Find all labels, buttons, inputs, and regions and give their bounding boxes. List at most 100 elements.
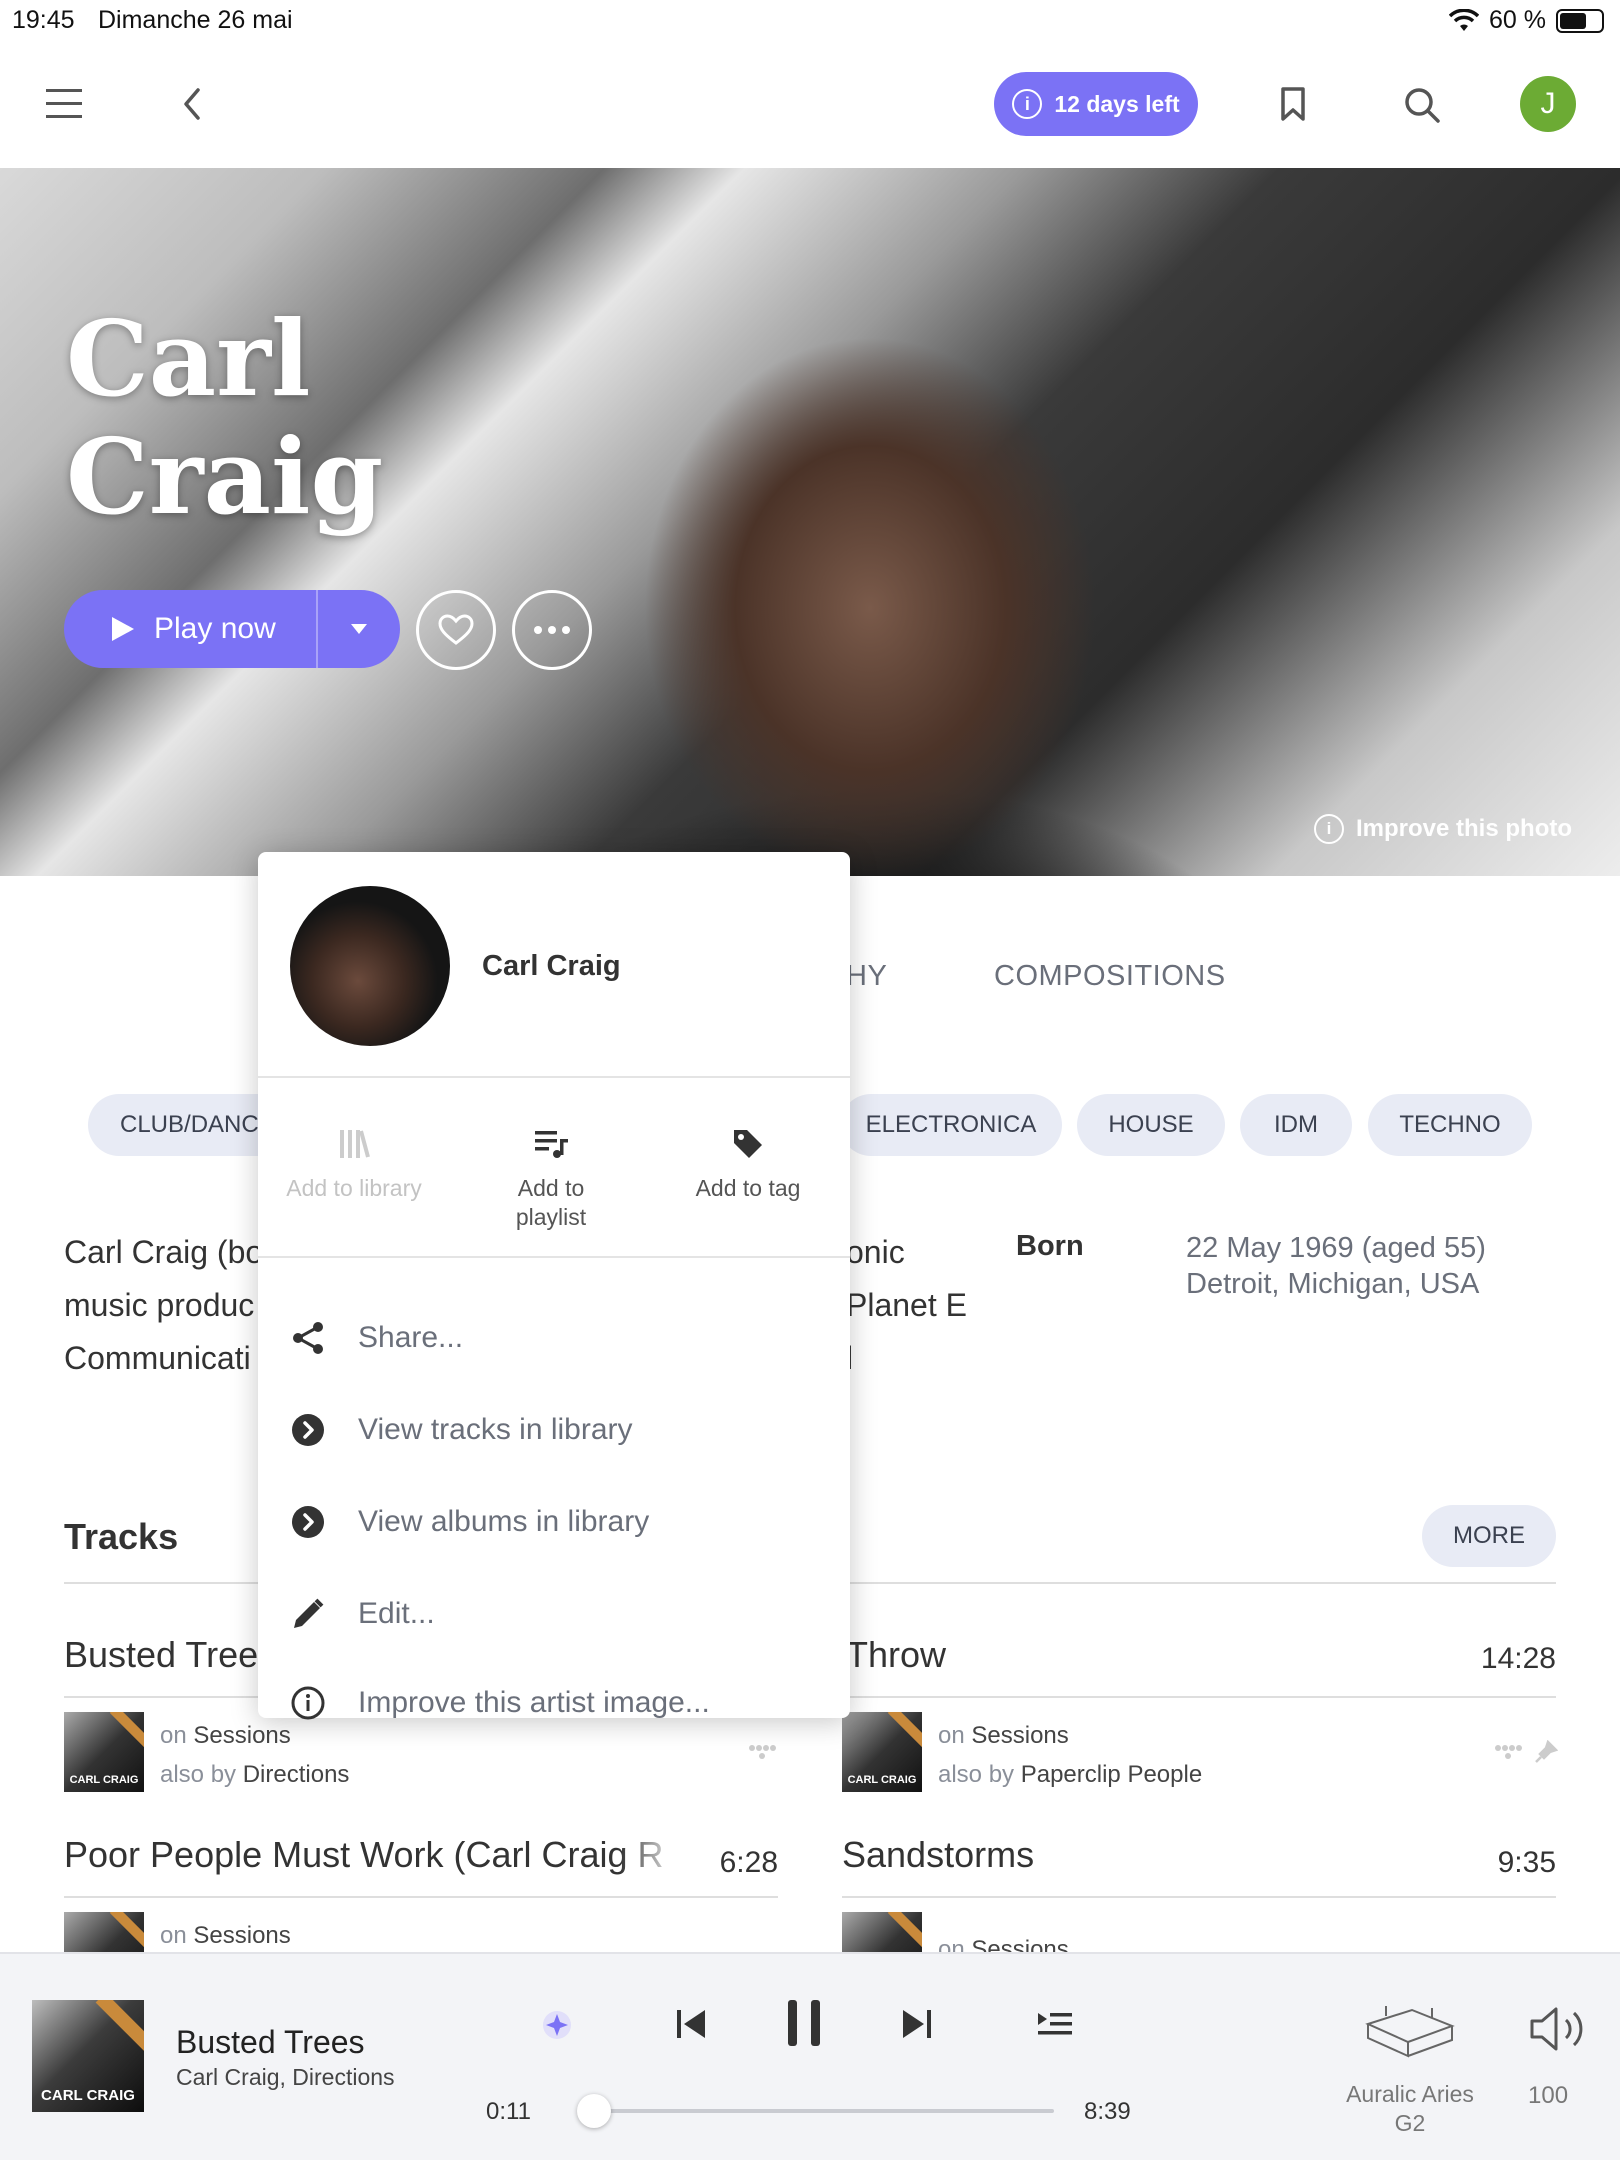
title-fade bbox=[620, 1830, 680, 1880]
status-time: 19:45 bbox=[12, 6, 75, 34]
status-date: Dimanche 26 mai bbox=[98, 6, 293, 34]
volume-icon[interactable] bbox=[1528, 2004, 1590, 2054]
now-playing-title[interactable]: Busted Trees bbox=[176, 2024, 365, 2061]
bio-line: onic bbox=[846, 1234, 905, 1270]
now-playing-artist[interactable]: Carl Craig, Directions bbox=[176, 2064, 395, 2091]
trial-badge[interactable]: i 12 days left bbox=[994, 72, 1198, 136]
popup-divider bbox=[258, 1076, 850, 1078]
chevron-circle-right-icon bbox=[292, 1506, 324, 1538]
share-menu-item[interactable]: Share... bbox=[290, 1308, 830, 1368]
improve-photo-label: Improve this photo bbox=[1356, 815, 1572, 842]
genre-chip-techno[interactable]: TECHNO bbox=[1368, 1094, 1532, 1156]
meta-on-label: on bbox=[160, 1722, 187, 1749]
playlist-add-icon bbox=[535, 1131, 568, 1158]
volume-level[interactable]: 100 bbox=[1528, 2082, 1568, 2110]
pin-icon[interactable] bbox=[1534, 1740, 1558, 1764]
battery-icon bbox=[1556, 8, 1604, 33]
also-by-link[interactable]: Directions bbox=[243, 1761, 350, 1788]
artist-name-line1: Carl bbox=[66, 297, 311, 420]
improve-image-menu-item[interactable]: Improve this artist image... bbox=[290, 1676, 830, 1730]
track-title[interactable]: Throw bbox=[846, 1634, 1246, 1676]
elapsed-time: 0:11 bbox=[486, 2098, 531, 2125]
play-icon bbox=[112, 617, 134, 641]
tab-biography[interactable]: HY bbox=[846, 960, 887, 993]
add-to-tag-label: Add to tag bbox=[695, 1175, 801, 1201]
genre-chip-electronica[interactable]: ELECTRONICA bbox=[840, 1094, 1062, 1156]
next-track-icon[interactable] bbox=[900, 2006, 934, 2042]
meta-on-label: on bbox=[160, 1922, 187, 1949]
tag-icon bbox=[734, 1130, 762, 1158]
album-link[interactable]: Sessions bbox=[193, 1722, 290, 1749]
hires-badge-icon bbox=[1495, 1745, 1522, 1759]
seek-slider[interactable] bbox=[584, 2109, 1054, 2113]
play-now-label: Play now bbox=[154, 612, 276, 645]
previous-track-icon[interactable] bbox=[674, 2006, 708, 2042]
genre-chip-idm[interactable]: IDM bbox=[1240, 1094, 1352, 1156]
favorite-button[interactable] bbox=[416, 590, 496, 670]
search-icon[interactable] bbox=[1403, 86, 1441, 124]
more-tracks-button[interactable]: MORE bbox=[1422, 1505, 1556, 1567]
streaming-device-icon[interactable] bbox=[1362, 2000, 1458, 2062]
heart-icon bbox=[438, 614, 474, 645]
track-title[interactable]: Busted Tree bbox=[64, 1634, 264, 1676]
artwork-label: CARL CRAIG bbox=[41, 2087, 135, 2104]
tab-compositions[interactable]: COMPOSITIONS bbox=[994, 960, 1226, 993]
artist-context-menu: Carl Craig Add to library Add to playlis… bbox=[258, 852, 850, 1720]
popup-artist-avatar bbox=[290, 886, 450, 1046]
album-thumbnail-label: CARL CRAIG bbox=[69, 1774, 139, 1786]
genre-chip-house[interactable]: HOUSE bbox=[1077, 1094, 1225, 1156]
view-tracks-menu-item[interactable]: View tracks in library bbox=[290, 1400, 830, 1460]
view-tracks-label: View tracks in library bbox=[358, 1413, 633, 1446]
edit-label: Edit... bbox=[358, 1597, 435, 1630]
app-root: 19:45 Dimanche 26 mai 60 % i 12 days lef… bbox=[0, 0, 1620, 2160]
artist-bio-continued: onic Planet E l bbox=[846, 1226, 967, 1385]
add-to-library-action[interactable]: Add to library bbox=[264, 1124, 444, 1203]
user-avatar[interactable]: J bbox=[1520, 76, 1576, 132]
queue-icon[interactable] bbox=[1036, 2010, 1074, 2040]
improve-photo-link[interactable]: i Improve this photo bbox=[1314, 814, 1572, 844]
album-thumbnail[interactable]: CARL CRAIG bbox=[842, 1712, 922, 1792]
born-label: Born bbox=[1016, 1230, 1084, 1262]
hamburger-menu-icon[interactable] bbox=[44, 86, 84, 122]
born-value: 22 May 1969 (aged 55) Detroit, Michigan,… bbox=[1186, 1230, 1486, 1302]
play-now-button[interactable]: Play now bbox=[64, 590, 400, 668]
add-to-playlist-label-2: playlist bbox=[515, 1204, 587, 1230]
improve-image-label: Improve this artist image... bbox=[358, 1686, 710, 1719]
now-playing-artwork[interactable]: CARL CRAIG bbox=[32, 2000, 144, 2112]
play-now-main[interactable]: Play now bbox=[64, 590, 316, 668]
track-title[interactable]: Poor People Must Work (Carl Craig R bbox=[64, 1834, 680, 1876]
chevron-circle-right-icon bbox=[292, 1414, 324, 1446]
bookmark-icon[interactable] bbox=[1279, 86, 1307, 122]
seek-slider-knob[interactable] bbox=[576, 2094, 611, 2128]
album-link[interactable]: Sessions bbox=[193, 1922, 290, 1949]
track-title[interactable]: Sandstorms bbox=[842, 1834, 1242, 1876]
more-options-button[interactable] bbox=[512, 590, 592, 670]
device-name[interactable]: Auralic Aries G2 bbox=[1330, 2080, 1490, 2138]
edit-menu-item[interactable]: Edit... bbox=[290, 1584, 830, 1644]
view-albums-menu-item[interactable]: View albums in library bbox=[290, 1492, 830, 1552]
add-to-tag-action[interactable]: Add to tag bbox=[658, 1124, 838, 1203]
add-to-playlist-label-1: Add to bbox=[517, 1175, 585, 1201]
artist-name-heading: Carl Craig bbox=[66, 300, 383, 536]
back-arrow-icon[interactable] bbox=[178, 86, 206, 122]
row-divider bbox=[842, 1896, 1556, 1898]
bio-line: Carl Craig (bo bbox=[64, 1234, 264, 1270]
meta-also-label: also by bbox=[160, 1761, 237, 1788]
status-right: 60 % bbox=[1449, 6, 1604, 35]
row-divider bbox=[64, 1896, 778, 1898]
play-options-dropdown[interactable] bbox=[318, 623, 400, 635]
meta-also-label: also by bbox=[938, 1761, 1015, 1788]
hires-badge-icon bbox=[749, 1745, 776, 1759]
info-icon bbox=[291, 1686, 325, 1720]
album-thumbnail[interactable]: CARL CRAIG bbox=[64, 1712, 144, 1792]
also-by-link[interactable]: Paperclip People bbox=[1021, 1761, 1202, 1788]
caret-down-icon bbox=[351, 624, 367, 634]
artist-name-line2: Craig bbox=[66, 415, 384, 538]
track-duration: 6:28 bbox=[719, 1846, 778, 1879]
radio-sparkle-icon[interactable] bbox=[540, 2008, 574, 2042]
library-icon bbox=[340, 1130, 370, 1158]
pause-icon[interactable] bbox=[784, 1998, 824, 2048]
add-to-playlist-action[interactable]: Add to playlist bbox=[461, 1124, 641, 1232]
album-link[interactable]: Sessions bbox=[971, 1722, 1068, 1749]
share-icon bbox=[293, 1322, 323, 1354]
